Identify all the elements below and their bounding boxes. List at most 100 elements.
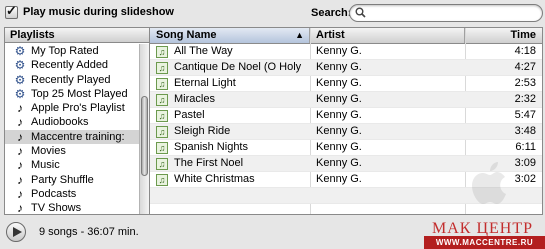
music-file-icon: ♫ [156,46,168,58]
song-artist: Kenny G. [316,61,362,73]
column-song-name-label: Song Name [156,29,217,41]
column-song-name[interactable]: Song Name ▲ [150,28,310,43]
playlist-item-label: Movies [31,145,66,158]
playlist-item[interactable]: ♪ TV Shows [5,201,139,215]
playlist-item[interactable]: ♪ Movies [5,144,139,158]
song-time: 4:27 [514,61,536,73]
playlist-item[interactable]: ♪ Maccentre training: [5,129,139,145]
apple-logo-icon [472,162,506,204]
playlist-item[interactable]: ♪ Music [5,158,139,172]
song-name: Pastel [174,109,205,121]
play-music-label[interactable]: Play music during slideshow [23,6,174,18]
song-count-summary: 9 songs - 36:07 min. [39,226,139,238]
playlist-icon: ♪ [17,101,23,116]
search-label: Search: [311,7,352,19]
playlist-item[interactable]: ⚙ Recently Added [5,58,139,72]
playlist-item[interactable]: ♪ Party Shuffle [5,173,139,187]
playlist-item-label: Recently Added [31,59,109,72]
music-file-icon: ♫ [156,78,168,90]
playlist-item-label: Apple Pro's Playlist [31,102,125,115]
playlists-header: Playlists [5,28,149,43]
playlist-item-label: Recently Played [31,73,111,86]
playlists-pane: Playlists ⚙ My Top Rated ⚙ Recently Added ⚙ R… [5,28,150,214]
playlist-icon: ♪ [17,129,23,144]
search-icon [355,7,366,18]
music-file-icon: ♫ [156,126,168,138]
playlist-item-label: Top 25 Most Played [31,87,128,100]
playlist-icon: ♪ [17,115,23,130]
playlist-icon: ♪ [17,158,23,173]
song-artist: Kenny G. [316,173,362,185]
song-name: All The Way [174,45,233,57]
smart-playlist-icon: ⚙ [14,86,26,101]
song-row[interactable]: ♫ Sleigh Ride Kenny G. 3:48 [150,124,542,140]
song-name: Spanish Nights [174,141,248,153]
smart-playlist-icon: ⚙ [14,72,26,87]
playlist-item[interactable]: ⚙ Recently Played [5,73,139,87]
column-time[interactable]: Time [465,28,542,43]
toolbar: ✓ Play music during slideshow Search: [0,0,545,26]
music-file-icon: ♫ [156,174,168,186]
playlists-scrollbar[interactable] [139,44,149,214]
play-button[interactable] [6,222,26,242]
playlist-icon: ♪ [17,172,23,187]
playlist-icon: ♪ [17,201,23,215]
playlist-item-label: TV Shows [31,202,82,215]
music-file-icon: ♫ [156,62,168,74]
column-time-label: Time [510,29,536,41]
watermark-url: WWW.MACCENTRE.RU [424,236,545,249]
playlist-item-label: Music [31,159,60,172]
playlist-item[interactable]: ♪ Audiobooks [5,115,139,129]
column-artist[interactable]: Artist [310,28,465,43]
song-row[interactable]: ♫ All The Way Kenny G. 4:18 [150,44,542,60]
checkmark-icon: ✓ [6,3,17,18]
column-artist-label: Artist [316,29,345,41]
song-artist: Kenny G. [316,109,362,121]
song-artist: Kenny G. [316,157,362,169]
music-file-icon: ♫ [156,142,168,154]
song-name: Miracles [174,93,215,105]
song-artist: Kenny G. [316,125,362,137]
song-row[interactable]: ♫ Cantique De Noel (O Holy Kenny G. 4:27 [150,60,542,76]
music-file-icon: ♫ [156,158,168,170]
play-icon [13,227,22,237]
sort-ascending-icon: ▲ [295,30,304,40]
song-artist: Kenny G. [316,77,362,89]
scrollbar-thumb[interactable] [141,96,148,176]
songs-header: Song Name ▲ Artist Time [150,28,542,44]
playlist-icon: ♪ [17,144,23,159]
song-artist: Kenny G. [316,93,362,105]
song-name: Cantique De Noel (O Holy [174,61,302,73]
song-time: 2:32 [514,93,536,105]
playlist-item-label: Audiobooks [31,116,89,129]
song-row[interactable]: ♫ Miracles Kenny G. 2:32 [150,92,542,108]
song-name: Sleigh Ride [174,125,231,137]
song-artist: Kenny G. [316,141,362,153]
music-file-icon: ♫ [156,94,168,106]
song-row[interactable]: ♫ Spanish Nights Kenny G. 6:11 [150,140,542,156]
media-browser: Playlists ⚙ My Top Rated ⚙ Recently Added ⚙ R… [4,27,543,215]
playlist-item[interactable]: ⚙ My Top Rated [5,44,139,58]
playlist-item-label: My Top Rated [31,45,99,57]
song-name: White Christmas [174,173,255,185]
playlist-item-label: Podcasts [31,187,77,200]
smart-playlist-icon: ⚙ [14,44,26,58]
search-field[interactable] [349,4,543,22]
song-time: 6:11 [515,141,536,153]
song-row[interactable]: ♫ Eternal Light Kenny G. 2:53 [150,76,542,92]
playlist-item[interactable]: ♪ Apple Pro's Playlist [5,101,139,115]
playlist-item[interactable]: ♪ Podcasts [5,187,139,201]
playlist-item-label: Party Shuffle [31,173,94,186]
playlists-list: ⚙ My Top Rated ⚙ Recently Added ⚙ Recently Pl… [5,44,139,215]
playlist-item-label: Maccentre training: [31,130,125,143]
song-time: 2:53 [514,77,536,89]
search-input[interactable] [370,5,535,20]
song-row[interactable]: ♫ Pastel Kenny G. 5:47 [150,108,542,124]
smart-playlist-icon: ⚙ [14,58,26,73]
playlist-item[interactable]: ⚙ Top 25 Most Played [5,87,139,101]
song-time: 5:47 [514,109,536,121]
song-name: The First Noel [174,157,244,169]
music-file-icon: ♫ [156,110,168,122]
song-artist: Kenny G. [316,45,362,57]
play-music-checkbox[interactable]: ✓ [5,3,18,19]
